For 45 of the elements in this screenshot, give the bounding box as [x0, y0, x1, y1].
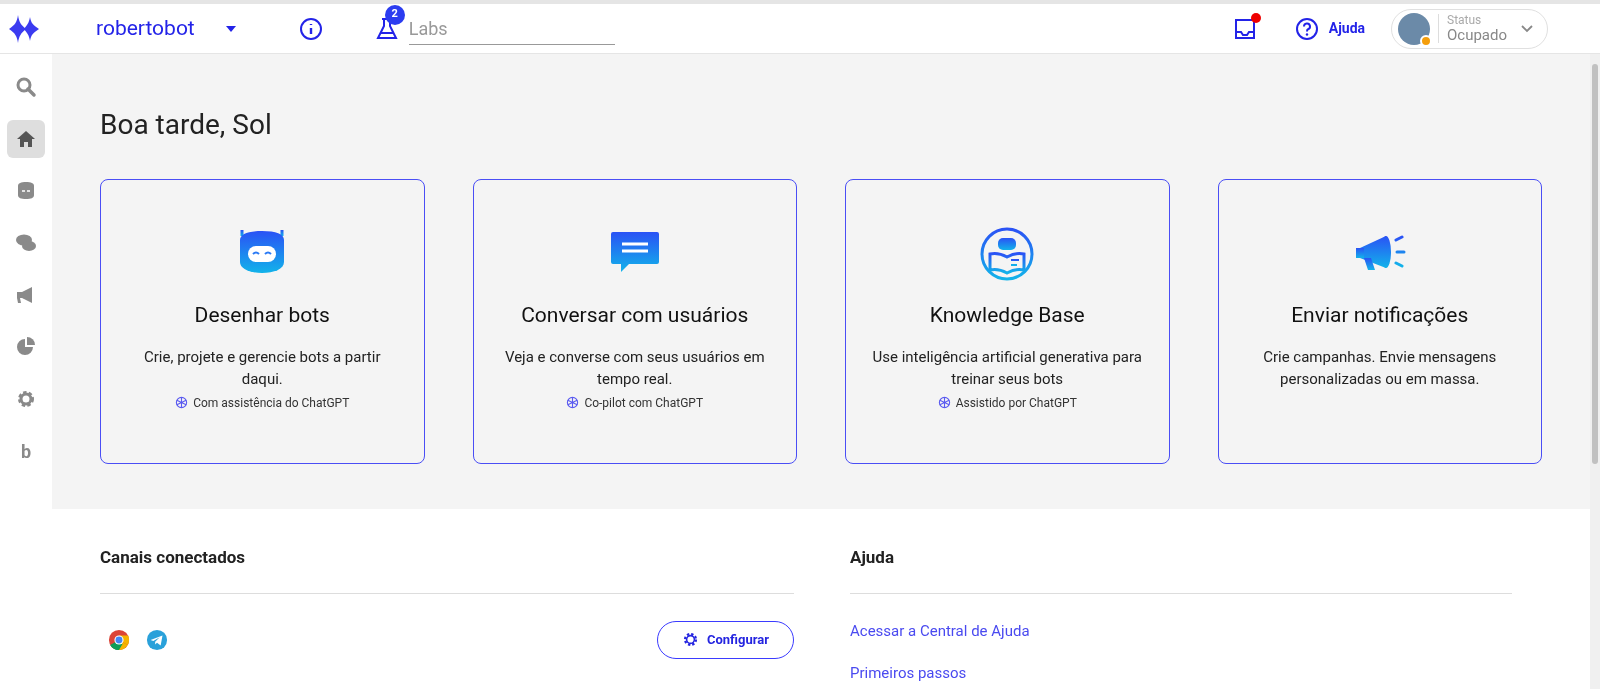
- flask-icon[interactable]: [374, 16, 399, 41]
- help-button[interactable]: Ajuda: [1294, 16, 1365, 41]
- chevron-icon: [1521, 24, 1533, 33]
- bot-name[interactable]: robertobot: [96, 12, 195, 45]
- section-title: Canais conectados: [100, 546, 247, 569]
- inbox-icon[interactable]: [1232, 16, 1257, 41]
- feature-card[interactable]: Conversar com usuários Veja e converse com seus usuários em tempo real. Co-pilot com ChatGPT: [472, 179, 797, 464]
- card-title: Desenhar bots: [194, 302, 330, 329]
- scrollbar[interactable]: [1590, 54, 1600, 689]
- search-icon: [15, 76, 37, 98]
- info-icon[interactable]: [298, 16, 323, 41]
- card-title: Enviar notificações: [1291, 302, 1469, 329]
- ai-note: Com assistência do ChatGPT: [193, 394, 350, 412]
- settings-icon: [15, 388, 37, 410]
- section-title: Ajuda: [850, 546, 896, 569]
- help-link[interactable]: Acessar a Central de Ajuda: [850, 619, 1030, 642]
- robot-book-icon: [979, 226, 1036, 282]
- ai-note: Co-pilot com ChatGPT: [584, 394, 704, 412]
- speech-bubbles-icon: [15, 232, 37, 254]
- feature-card[interactable]: Enviar notificações Crie campanhas. Envie mensagens personalizadas ou em massa.: [1217, 179, 1542, 464]
- caret-icon[interactable]: [224, 24, 237, 33]
- card-description: Use inteligência artificial generativa para treinar seus bots: [872, 346, 1143, 390]
- house-icon: [15, 128, 37, 150]
- feature-card[interactable]: Desenhar bots Crie, projete e gerencie bots a partir daqui. Com assistência do ChatGPT: [100, 179, 425, 464]
- sidebar-item[interactable]: [7, 120, 45, 158]
- robot-icon: [15, 180, 37, 202]
- card-description: Crie campanhas. Envie mensagens personalizadas ou em massa.: [1262, 346, 1498, 390]
- card-title: Conversar com usuários: [521, 302, 749, 329]
- help-icon: [1294, 16, 1319, 41]
- status-value: Ocupado: [1447, 28, 1508, 43]
- feature-card[interactable]: Knowledge Base Use inteligência artificial generativa para treinar seus bots Assistido por ChatGPT: [845, 179, 1170, 464]
- status-label: Status: [1447, 14, 1483, 26]
- card-description: Veja e converse com seus usuários em tempo real.: [503, 346, 766, 390]
- ai-note: Assistido por ChatGPT: [955, 394, 1077, 412]
- card-title: Knowledge Base: [929, 302, 1085, 329]
- greeting: Boa tarde, Sol: [100, 111, 273, 139]
- avatar: [1398, 12, 1430, 45]
- paper-plane-icon: [146, 628, 168, 651]
- card-description: Crie, projete e gerencie bots a partir daqui.: [143, 346, 382, 390]
- count-badge: 2: [384, 4, 405, 25]
- help-link[interactable]: Primeiros passos: [850, 662, 967, 685]
- chrome-icon: [108, 628, 130, 651]
- labs-field[interactable]: Labs: [408, 12, 615, 45]
- pie-chart-icon: [15, 336, 37, 358]
- settings-icon: [681, 631, 699, 648]
